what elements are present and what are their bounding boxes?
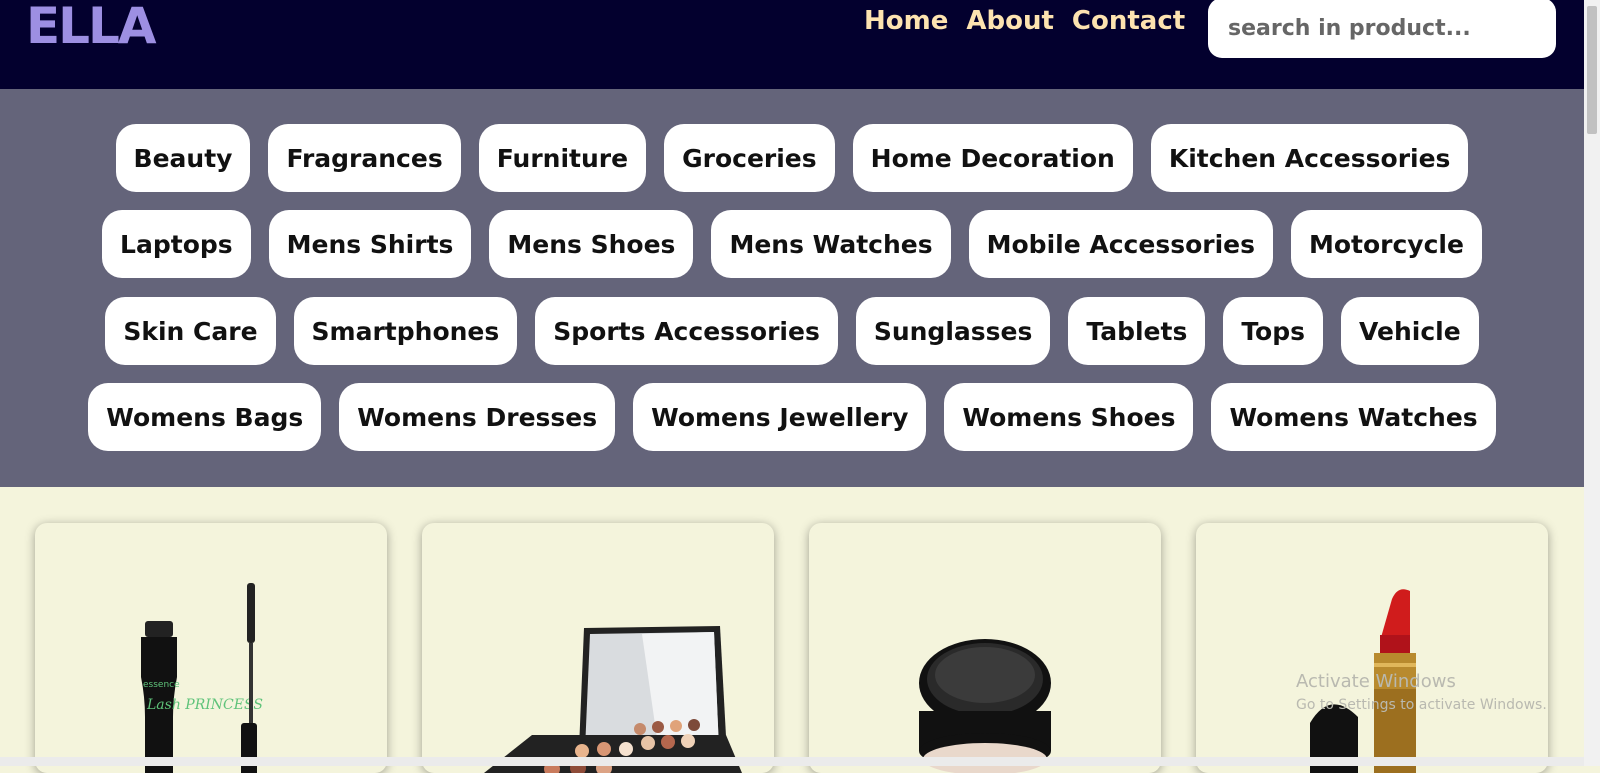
category-row: Beauty Fragrances Furniture Groceries Ho… bbox=[0, 124, 1584, 192]
nav-links: Home About Contact bbox=[864, 2, 1185, 40]
search-box bbox=[1208, 0, 1556, 58]
search-input[interactable] bbox=[1226, 14, 1538, 42]
category-womens-bags[interactable]: Womens Bags bbox=[88, 383, 322, 451]
category-womens-dresses[interactable]: Womens Dresses bbox=[339, 383, 616, 451]
category-row: Laptops Mens Shirts Mens Shoes Mens Watc… bbox=[0, 210, 1584, 278]
category-vehicle[interactable]: Vehicle bbox=[1341, 297, 1479, 365]
product-card[interactable]: essence Lash PRINCESS bbox=[35, 523, 387, 773]
category-womens-jewellery[interactable]: Womens Jewellery bbox=[633, 383, 927, 451]
category-panel: Beauty Fragrances Furniture Groceries Ho… bbox=[0, 89, 1584, 487]
product-grid: essence Lash PRINCESS bbox=[0, 487, 1584, 773]
category-kitchen-accessories[interactable]: Kitchen Accessories bbox=[1150, 124, 1469, 192]
category-mens-watches[interactable]: Mens Watches bbox=[711, 210, 951, 278]
category-motorcycle[interactable]: Motorcycle bbox=[1290, 210, 1482, 278]
category-mens-shirts[interactable]: Mens Shirts bbox=[268, 210, 472, 278]
nav-link-about[interactable]: About bbox=[966, 2, 1054, 40]
brand-logo[interactable]: ELLA bbox=[26, 0, 157, 56]
eyeshadow-palette-image bbox=[484, 626, 742, 773]
category-tablets[interactable]: Tablets bbox=[1068, 297, 1206, 365]
product-brand-text: essence bbox=[143, 680, 180, 690]
vertical-scrollbar[interactable] bbox=[1584, 0, 1600, 766]
category-row: Skin Care Smartphones Sports Accessories… bbox=[0, 297, 1584, 365]
category-smartphones[interactable]: Smartphones bbox=[293, 297, 518, 365]
product-card[interactable] bbox=[422, 523, 774, 773]
category-mobile-accessories[interactable]: Mobile Accessories bbox=[968, 210, 1273, 278]
category-groceries[interactable]: Groceries bbox=[664, 124, 835, 192]
activate-windows-subtitle: Go to Settings to activate Windows. bbox=[1296, 697, 1547, 713]
nav-link-home[interactable]: Home bbox=[864, 2, 948, 40]
product-card[interactable] bbox=[809, 523, 1161, 773]
category-womens-shoes[interactable]: Womens Shoes bbox=[944, 383, 1194, 451]
category-home-decoration[interactable]: Home Decoration bbox=[852, 124, 1133, 192]
category-skin-care[interactable]: Skin Care bbox=[105, 297, 276, 365]
category-tops[interactable]: Tops bbox=[1223, 297, 1324, 365]
category-sports-accessories[interactable]: Sports Accessories bbox=[535, 297, 838, 365]
category-fragrances[interactable]: Fragrances bbox=[268, 124, 461, 192]
product-card[interactable] bbox=[1196, 523, 1548, 773]
powder-compact-image bbox=[919, 639, 1051, 773]
category-row: Womens Bags Womens Dresses Womens Jewell… bbox=[0, 383, 1584, 451]
product-label-text: Lash PRINCESS bbox=[146, 697, 263, 713]
nav-link-contact[interactable]: Contact bbox=[1072, 2, 1185, 40]
mascara-image: essence Lash PRINCESS bbox=[141, 583, 263, 773]
scrollbar-thumb[interactable] bbox=[1587, 6, 1597, 134]
category-womens-watches[interactable]: Womens Watches bbox=[1211, 383, 1496, 451]
category-mens-shoes[interactable]: Mens Shoes bbox=[489, 210, 694, 278]
category-laptops[interactable]: Laptops bbox=[102, 210, 251, 278]
category-sunglasses[interactable]: Sunglasses bbox=[855, 297, 1051, 365]
top-navbar: ELLA Home About Contact bbox=[0, 0, 1584, 89]
category-beauty[interactable]: Beauty bbox=[115, 124, 251, 192]
horizontal-scrollbar[interactable] bbox=[0, 757, 1584, 766]
red-lipstick-image bbox=[1310, 589, 1416, 773]
activate-windows-title: Activate Windows bbox=[1296, 671, 1456, 692]
category-furniture[interactable]: Furniture bbox=[478, 124, 647, 192]
